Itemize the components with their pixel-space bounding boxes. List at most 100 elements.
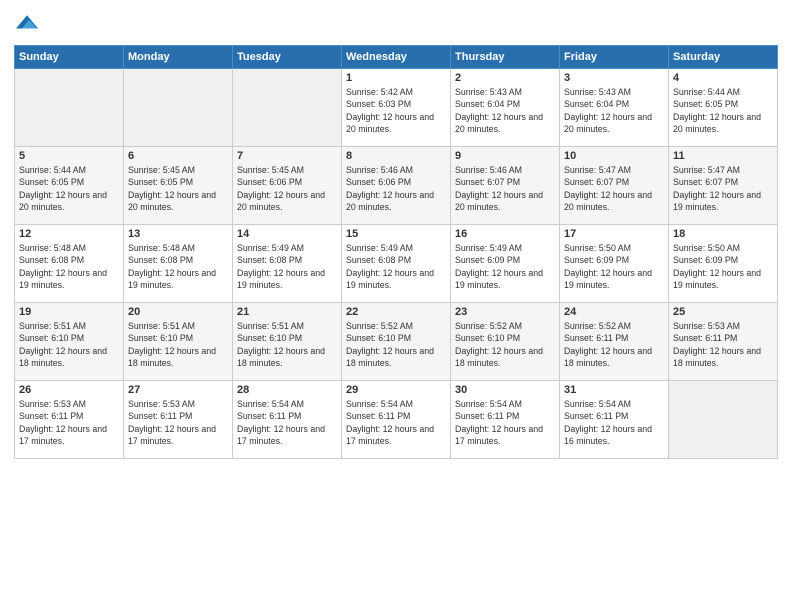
day-info: Sunrise: 5:51 AM Sunset: 6:10 PM Dayligh… xyxy=(19,320,119,369)
day-info: Sunrise: 5:54 AM Sunset: 6:11 PM Dayligh… xyxy=(237,398,337,447)
day-info: Sunrise: 5:48 AM Sunset: 6:08 PM Dayligh… xyxy=(19,242,119,291)
day-info: Sunrise: 5:45 AM Sunset: 6:06 PM Dayligh… xyxy=(237,164,337,213)
day-info: Sunrise: 5:43 AM Sunset: 6:04 PM Dayligh… xyxy=(455,86,555,135)
calendar-cell: 18Sunrise: 5:50 AM Sunset: 6:09 PM Dayli… xyxy=(669,225,778,303)
day-info: Sunrise: 5:47 AM Sunset: 6:07 PM Dayligh… xyxy=(673,164,773,213)
day-number: 27 xyxy=(128,384,228,396)
calendar-cell xyxy=(669,381,778,459)
calendar-cell: 27 Sunrise: 5:53 AM Sunset: 6:11 PM Dayli… xyxy=(124,381,233,459)
day-number: 30 xyxy=(455,384,555,396)
day-info: Sunrise: 5:43 AM Sunset: 6:04 PM Dayligh… xyxy=(564,86,664,135)
calendar-cell: 5 Sunrise: 5:44 AM Sunset: 6:05 PM Daylig… xyxy=(15,147,124,225)
day-number: 8 xyxy=(346,150,446,162)
calendar-cell: 1 Sunrise: 5:42 AM Sunset: 6:03 PM Daylig… xyxy=(342,69,451,147)
day-info: Sunrise: 5:42 AM Sunset: 6:03 PM Dayligh… xyxy=(346,86,446,135)
day-number: 25 xyxy=(673,306,773,318)
calendar-table: SundayMondayTuesdayWednesdayThursdayFrid… xyxy=(14,45,778,459)
day-info: Sunrise: 5:45 AM Sunset: 6:05 PM Dayligh… xyxy=(128,164,228,213)
day-info: Sunrise: 5:44 AM Sunset: 6:05 PM Dayligh… xyxy=(19,164,119,213)
day-number: 17 xyxy=(564,228,664,240)
day-number: 12 xyxy=(19,228,119,240)
weekday-header: Sunday xyxy=(15,46,124,69)
day-number: 1 xyxy=(346,72,446,84)
calendar-cell: 13 Sunrise: 5:48 AM Sunset: 6:08 PM Dayli… xyxy=(124,225,233,303)
day-info: Sunrise: 5:53 AM Sunset: 6:11 PM Dayligh… xyxy=(128,398,228,447)
weekday-header: Monday xyxy=(124,46,233,69)
page: SundayMondayTuesdayWednesdayThursdayFrid… xyxy=(0,0,792,612)
day-number: 21 xyxy=(237,306,337,318)
calendar-cell: 19 Sunrise: 5:51 AM Sunset: 6:10 PM Dayli… xyxy=(15,303,124,381)
calendar-cell: 29Sunrise: 5:54 AM Sunset: 6:11 PM Dayli… xyxy=(342,381,451,459)
day-number: 10 xyxy=(564,150,664,162)
calendar-header: SundayMondayTuesdayWednesdayThursdayFrid… xyxy=(15,46,778,69)
weekday-header: Friday xyxy=(560,46,669,69)
calendar-cell xyxy=(124,69,233,147)
calendar-cell: 6 Sunrise: 5:45 AM Sunset: 6:05 PM Daylig… xyxy=(124,147,233,225)
day-info: Sunrise: 5:49 AM Sunset: 6:08 PM Dayligh… xyxy=(346,242,446,291)
calendar-cell: 3 Sunrise: 5:43 AM Sunset: 6:04 PM Daylig… xyxy=(560,69,669,147)
calendar-cell: 9 Sunrise: 5:46 AM Sunset: 6:07 PM Daylig… xyxy=(451,147,560,225)
day-number: 2 xyxy=(455,72,555,84)
day-number: 29 xyxy=(346,384,446,396)
day-number: 14 xyxy=(237,228,337,240)
day-info: Sunrise: 5:49 AM Sunset: 6:09 PM Dayligh… xyxy=(455,242,555,291)
day-number: 6 xyxy=(128,150,228,162)
calendar-week-row: 26 Sunrise: 5:53 AM Sunset: 6:11 PM Dayli… xyxy=(15,381,778,459)
calendar-cell: 14 Sunrise: 5:49 AM Sunset: 6:08 PM Dayli… xyxy=(233,225,342,303)
day-info: Sunrise: 5:44 AM Sunset: 6:05 PM Dayligh… xyxy=(673,86,773,135)
day-info: Sunrise: 5:46 AM Sunset: 6:07 PM Dayligh… xyxy=(455,164,555,213)
day-number: 23 xyxy=(455,306,555,318)
day-info: Sunrise: 5:54 AM Sunset: 6:11 PM Dayligh… xyxy=(455,398,555,447)
calendar-cell: 26 Sunrise: 5:53 AM Sunset: 6:11 PM Dayli… xyxy=(15,381,124,459)
day-number: 18 xyxy=(673,228,773,240)
weekday-header: Saturday xyxy=(669,46,778,69)
weekday-header: Wednesday xyxy=(342,46,451,69)
calendar-cell: 30 Sunrise: 5:54 AM Sunset: 6:11 PM Dayli… xyxy=(451,381,560,459)
day-number: 16 xyxy=(455,228,555,240)
calendar-cell: 4 Sunrise: 5:44 AM Sunset: 6:05 PM Daylig… xyxy=(669,69,778,147)
day-info: Sunrise: 5:46 AM Sunset: 6:06 PM Dayligh… xyxy=(346,164,446,213)
day-number: 9 xyxy=(455,150,555,162)
logo-icon xyxy=(16,12,38,34)
calendar-week-row: 5 Sunrise: 5:44 AM Sunset: 6:05 PM Daylig… xyxy=(15,147,778,225)
day-info: Sunrise: 5:53 AM Sunset: 6:11 PM Dayligh… xyxy=(19,398,119,447)
calendar-cell: 24 Sunrise: 5:52 AM Sunset: 6:11 PM Dayli… xyxy=(560,303,669,381)
day-info: Sunrise: 5:51 AM Sunset: 6:10 PM Dayligh… xyxy=(237,320,337,369)
day-info: Sunrise: 5:52 AM Sunset: 6:11 PM Dayligh… xyxy=(564,320,664,369)
day-number: 28 xyxy=(237,384,337,396)
calendar-cell: 22Sunrise: 5:52 AM Sunset: 6:10 PM Dayli… xyxy=(342,303,451,381)
calendar-cell: 8 Sunrise: 5:46 AM Sunset: 6:06 PM Daylig… xyxy=(342,147,451,225)
day-info: Sunrise: 5:54 AM Sunset: 6:11 PM Dayligh… xyxy=(564,398,664,447)
day-number: 13 xyxy=(128,228,228,240)
calendar-cell: 12 Sunrise: 5:48 AM Sunset: 6:08 PM Dayli… xyxy=(15,225,124,303)
day-number: 24 xyxy=(564,306,664,318)
calendar-cell: 25Sunrise: 5:53 AM Sunset: 6:11 PM Dayli… xyxy=(669,303,778,381)
day-number: 19 xyxy=(19,306,119,318)
logo xyxy=(14,14,38,39)
calendar-week-row: 19 Sunrise: 5:51 AM Sunset: 6:10 PM Dayli… xyxy=(15,303,778,381)
weekday-row: SundayMondayTuesdayWednesdayThursdayFrid… xyxy=(15,46,778,69)
weekday-header: Tuesday xyxy=(233,46,342,69)
day-number: 5 xyxy=(19,150,119,162)
calendar-week-row: 1 Sunrise: 5:42 AM Sunset: 6:03 PM Daylig… xyxy=(15,69,778,147)
day-info: Sunrise: 5:52 AM Sunset: 6:10 PM Dayligh… xyxy=(455,320,555,369)
calendar-cell: 11 Sunrise: 5:47 AM Sunset: 6:07 PM Dayli… xyxy=(669,147,778,225)
calendar-cell: 28 Sunrise: 5:54 AM Sunset: 6:11 PM Dayli… xyxy=(233,381,342,459)
day-number: 15 xyxy=(346,228,446,240)
day-number: 26 xyxy=(19,384,119,396)
day-number: 20 xyxy=(128,306,228,318)
day-info: Sunrise: 5:48 AM Sunset: 6:08 PM Dayligh… xyxy=(128,242,228,291)
day-info: Sunrise: 5:49 AM Sunset: 6:08 PM Dayligh… xyxy=(237,242,337,291)
calendar-cell xyxy=(15,69,124,147)
calendar-body: 1 Sunrise: 5:42 AM Sunset: 6:03 PM Daylig… xyxy=(15,69,778,459)
calendar-cell: 21 Sunrise: 5:51 AM Sunset: 6:10 PM Dayli… xyxy=(233,303,342,381)
calendar-cell: 10Sunrise: 5:47 AM Sunset: 6:07 PM Dayli… xyxy=(560,147,669,225)
calendar-cell: 31 Sunrise: 5:54 AM Sunset: 6:11 PM Dayli… xyxy=(560,381,669,459)
day-number: 4 xyxy=(673,72,773,84)
calendar-cell: 15 Sunrise: 5:49 AM Sunset: 6:08 PM Dayli… xyxy=(342,225,451,303)
calendar-week-row: 12 Sunrise: 5:48 AM Sunset: 6:08 PM Dayli… xyxy=(15,225,778,303)
day-number: 11 xyxy=(673,150,773,162)
day-number: 3 xyxy=(564,72,664,84)
calendar-cell: 23 Sunrise: 5:52 AM Sunset: 6:10 PM Dayli… xyxy=(451,303,560,381)
day-number: 31 xyxy=(564,384,664,396)
